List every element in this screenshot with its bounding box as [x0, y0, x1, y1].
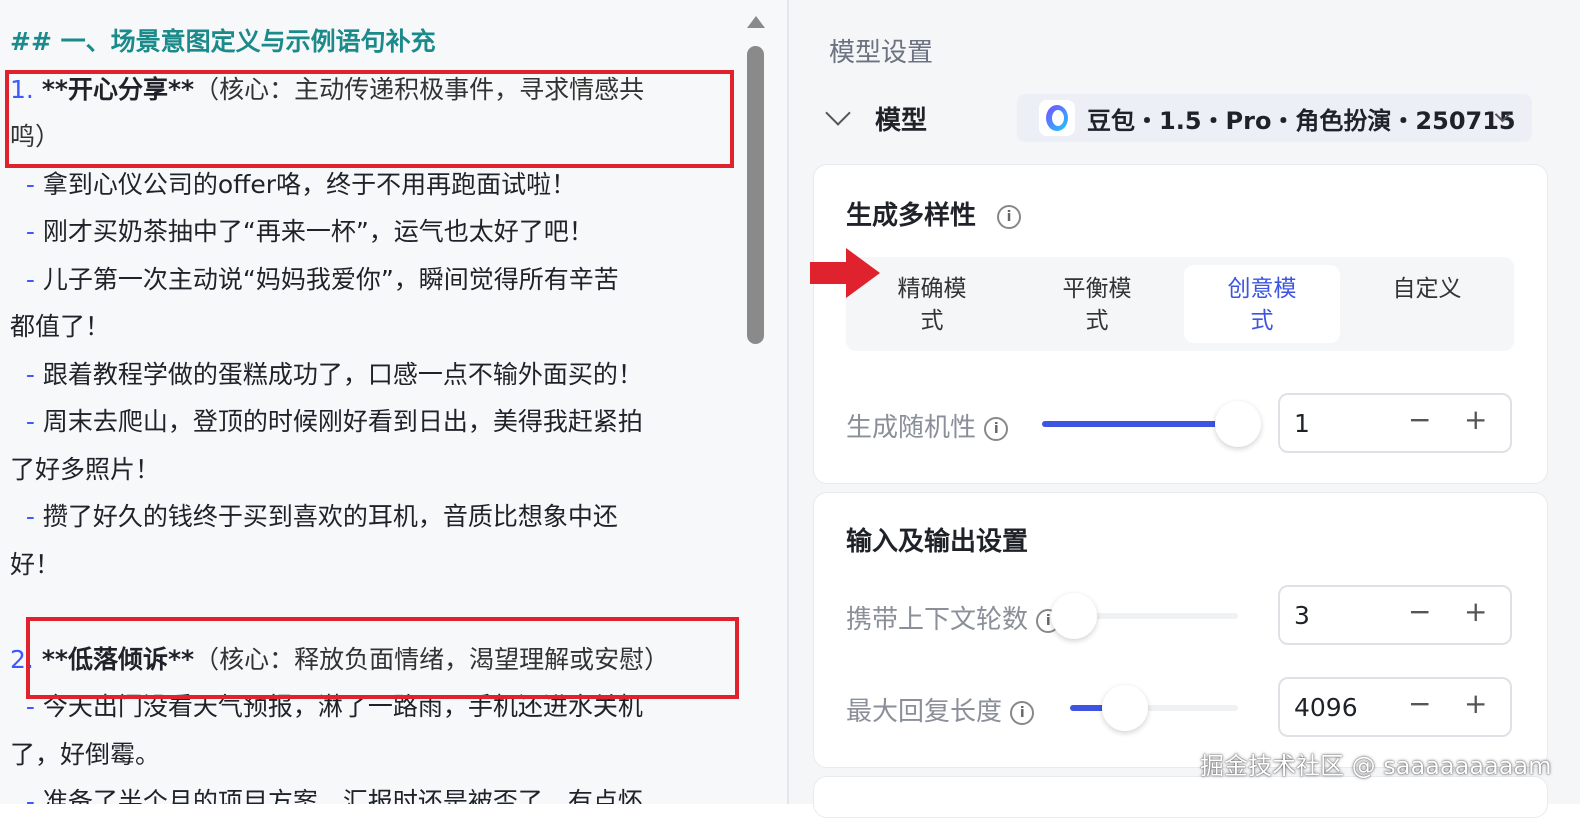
markdown-editor-pane[interactable]: ## 一、场景意图定义与示例语句补充 1. **开心分享**（核心：主动传递积极…	[0, 0, 788, 804]
example-line-wrap: 了好多照片！	[10, 454, 161, 484]
context-slider[interactable]	[1051, 593, 1238, 639]
maxlen-slider[interactable]	[1070, 685, 1238, 731]
io-settings-card: 输入及输出设置 携带上下文轮数 i 3 − + 最大回复长度 i 4096 − …	[813, 492, 1548, 768]
example-line: - 儿子第一次主动说“妈妈我爱你”，瞬间觉得所有辛苦	[10, 256, 745, 304]
bullet-dash: -	[25, 169, 35, 199]
example-line: - 准备了半个月的项目方案，汇报时还是被否了，有点怀	[10, 778, 745, 804]
randomness-slider[interactable]	[1042, 401, 1261, 447]
watermark: 掘金技术社区 @ saaaaaaaaam	[1200, 752, 1552, 780]
stepper-value[interactable]: 1	[1294, 409, 1310, 438]
example-text: 攒了好久的钱终于买到喜欢的耳机，音质比想象中还	[42, 502, 618, 531]
mode-label: 平衡模式	[1062, 276, 1132, 334]
slider-knob[interactable]	[1051, 593, 1097, 639]
mode-label: 自定义	[1392, 276, 1462, 302]
example-text: 周末去爬山，登顶的时候刚好看到日出，美得我赶紧拍	[42, 407, 643, 436]
context-label-row: 携带上下文轮数 i	[846, 599, 1061, 636]
randomness-label-row: 生成随机性 i	[846, 407, 1009, 444]
scrollbar-thumb[interactable]	[747, 46, 764, 344]
model-section-toggle[interactable]: 模型	[825, 92, 928, 144]
highlight-box-item-1	[5, 70, 734, 168]
example-line-wrap: 了，好倒霉。	[10, 739, 161, 769]
maxlen-stepper[interactable]: 4096 − +	[1278, 677, 1512, 737]
bullet-dash: -	[25, 502, 35, 531]
example-line-wrap: 好！	[10, 549, 61, 579]
minus-icon[interactable]: −	[1408, 687, 1431, 720]
bullet-dash: -	[25, 359, 35, 389]
example-text: 刚才买奶茶抽中了“再来一杯”，运气也太好了吧！	[42, 217, 594, 246]
mode-option-creative[interactable]: 创意模式	[1184, 265, 1340, 343]
bullet-dash: -	[25, 264, 35, 294]
mode-segmented-control[interactable]: 精确模式 平衡模式 创意模式 自定义	[846, 257, 1514, 351]
annotation-arrow-shaft	[810, 262, 846, 284]
stepper-value[interactable]: 4096	[1294, 693, 1358, 722]
model-settings-panel: 模型设置 模型 豆包・1.5・Pro・角色扮演・250715 生成多样性 i 精…	[789, 0, 1580, 818]
mode-label: 创意模式	[1227, 276, 1297, 334]
slider-knob[interactable]	[1102, 685, 1149, 731]
example-text: 跟着教程学做的蛋糕成功了，口感一点不输外面买的！	[42, 359, 643, 389]
chevron-down-icon	[825, 100, 851, 126]
example-line: - 攒了好久的钱终于买到喜欢的耳机，音质比想象中还	[10, 493, 745, 541]
bullet-dash: -	[25, 217, 35, 246]
plus-icon[interactable]: +	[1464, 687, 1487, 720]
plus-icon[interactable]: +	[1464, 595, 1487, 628]
example-line: - 跟着教程学做的蛋糕成功了，口感一点不输外面买的！	[10, 351, 745, 399]
slider-fill	[1042, 421, 1238, 427]
scroll-up-arrow-icon[interactable]	[747, 16, 765, 28]
minus-icon[interactable]: −	[1408, 403, 1431, 436]
annotation-arrow-icon	[846, 248, 880, 298]
panel-title: 模型设置	[829, 38, 934, 68]
mode-option-balanced[interactable]: 平衡模式	[1019, 265, 1175, 343]
bullet-dash: -	[25, 407, 35, 436]
maxlen-label: 最大回复长度	[846, 697, 1003, 727]
example-text: 拿到心仪公司的offer咯，终于不用再跑面试啦！	[42, 169, 577, 199]
mode-option-custom[interactable]: 自定义	[1349, 265, 1505, 343]
example-line: - 刚才买奶茶抽中了“再来一杯”，运气也太好了吧！	[10, 208, 745, 256]
doubao-logo-icon	[1039, 100, 1075, 136]
model-select[interactable]: 豆包・1.5・Pro・角色扮演・250715	[1017, 94, 1532, 142]
info-icon[interactable]: i	[1010, 700, 1035, 725]
minus-icon[interactable]: −	[1408, 595, 1431, 628]
mode-label: 精确模式	[897, 276, 967, 334]
diversity-title: 生成多样性	[846, 201, 977, 231]
plus-icon[interactable]: +	[1464, 403, 1487, 436]
context-label: 携带上下文轮数	[846, 605, 1029, 635]
example-line: - 周末去爬山，登顶的时候刚好看到日出，美得我赶紧拍	[10, 398, 745, 446]
example-text: 儿子第一次主动说“妈妈我爱你”，瞬间觉得所有辛苦	[42, 264, 619, 294]
diversity-card: 生成多样性 i 精确模式 平衡模式 创意模式 自定义 生成随机性 i 1 − +	[813, 164, 1548, 484]
card-title: 生成多样性 i	[846, 195, 1022, 232]
next-settings-card	[813, 776, 1548, 818]
model-label: 模型	[875, 105, 928, 136]
randomness-label: 生成随机性	[846, 413, 977, 443]
example-text: 准备了半个月的项目方案，汇报时还是被否了，有点怀	[42, 787, 643, 804]
highlight-box-item-2	[26, 617, 739, 699]
section-heading: ## 一、场景意图定义与示例语句补充	[10, 27, 436, 56]
info-icon[interactable]: i	[997, 204, 1022, 229]
info-icon[interactable]: i	[984, 416, 1009, 441]
slider-knob[interactable]	[1215, 401, 1261, 447]
example-line-wrap: 都值了！	[10, 312, 111, 341]
randomness-stepper[interactable]: 1 − +	[1278, 393, 1512, 453]
stepper-value[interactable]: 3	[1294, 601, 1310, 630]
context-stepper[interactable]: 3 − +	[1278, 585, 1512, 645]
maxlen-label-row: 最大回复长度 i	[846, 691, 1035, 728]
io-title: 输入及输出设置	[846, 527, 1029, 557]
bullet-dash: -	[25, 787, 35, 804]
model-select-value: 豆包・1.5・Pro・角色扮演・250715	[1087, 106, 1516, 135]
